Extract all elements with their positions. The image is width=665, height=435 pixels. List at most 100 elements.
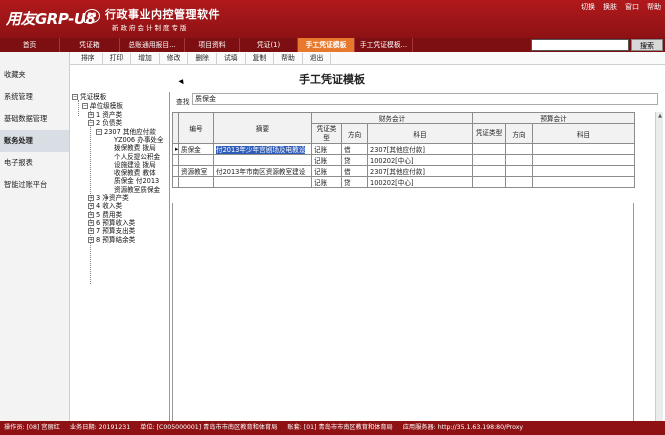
- cell-fin-subject[interactable]: 100202[中心]: [366, 176, 474, 188]
- cell-fin-vtype[interactable]: 记账: [311, 154, 342, 166]
- col-header-summary[interactable]: 摘要: [213, 112, 312, 144]
- collapse-icon[interactable]: −: [82, 103, 88, 109]
- cell-no[interactable]: [178, 176, 214, 188]
- col-header-fin-subject[interactable]: 科目: [366, 123, 474, 144]
- expand-icon[interactable]: +: [88, 219, 94, 226]
- tree-node-unit[interactable]: − 单位级模板: [82, 102, 123, 110]
- scroll-up-icon[interactable]: ▲: [656, 112, 664, 120]
- copy-button[interactable]: 复制: [246, 52, 275, 64]
- help-button[interactable]: 帮助: [274, 52, 303, 64]
- window-link[interactable]: 窗口: [625, 2, 639, 12]
- tab-manual-voucher-template[interactable]: 手工凭证模板: [298, 38, 355, 52]
- delete-button[interactable]: 删除: [188, 52, 217, 64]
- expand-icon[interactable]: +: [88, 236, 94, 243]
- cell-fin-subject[interactable]: 100202[中心]: [366, 154, 474, 166]
- cell-summary[interactable]: 付2013年少年宫剧场及电教设: [213, 143, 312, 155]
- cell-fin-dir[interactable]: 贷: [341, 176, 368, 188]
- skin-link[interactable]: 换肤: [603, 2, 617, 12]
- sidebar-item-accounting[interactable]: 账务处理: [0, 130, 69, 152]
- tab-voucher[interactable]: 凭证(1): [240, 38, 298, 52]
- tree-node[interactable]: +7 预算支出类: [88, 227, 135, 235]
- col-header-no[interactable]: 编号: [178, 112, 214, 144]
- tree-node[interactable]: −2307 其他应付款: [96, 128, 156, 136]
- tab-project-data[interactable]: 项目资料: [185, 38, 240, 52]
- cell-bud-vtype[interactable]: [472, 154, 507, 166]
- collapse-icon[interactable]: −: [88, 120, 94, 127]
- help-link[interactable]: 帮助: [647, 2, 661, 12]
- trial-fill-button[interactable]: 试填: [217, 52, 246, 64]
- cell-bud-dir[interactable]: [505, 165, 534, 177]
- cell-no[interactable]: 质保金: [178, 143, 214, 155]
- cell-fin-dir[interactable]: 贷: [341, 154, 368, 166]
- table-row[interactable]: ▸ 质保金 付2013年少年宫剧场及电教设 记账借 2307[其他应付款]: [172, 143, 636, 155]
- tab-voucher-box[interactable]: 凭证箱: [60, 38, 120, 52]
- cell-bud-vtype[interactable]: [472, 176, 507, 188]
- col-header-bud-vtype[interactable]: 凭证类型: [472, 123, 507, 144]
- expand-icon[interactable]: +: [88, 211, 94, 218]
- sidebar-item-favorites[interactable]: 收藏夹: [0, 64, 69, 86]
- tree-node[interactable]: +6 预算收入类: [88, 219, 135, 227]
- cell-fin-vtype[interactable]: 记账: [311, 176, 342, 188]
- sort-button[interactable]: 排序: [74, 52, 103, 64]
- switch-link[interactable]: 切换: [581, 2, 595, 12]
- cell-fin-dir[interactable]: 借: [341, 165, 368, 177]
- cell-bud-dir[interactable]: [505, 176, 534, 188]
- expand-icon[interactable]: +: [88, 228, 94, 235]
- sidebar-item-reports[interactable]: 电子报表: [0, 152, 69, 174]
- tree-node[interactable]: 拨保教费 拨局: [114, 144, 156, 152]
- cell-bud-dir[interactable]: [505, 154, 534, 166]
- cell-bud-vtype[interactable]: [472, 143, 507, 155]
- search-input[interactable]: [531, 39, 629, 51]
- cell-no[interactable]: [178, 154, 214, 166]
- table-row[interactable]: 记账贷 100202[中心]: [172, 176, 636, 188]
- expand-icon[interactable]: +: [88, 203, 94, 210]
- tree-node[interactable]: 设施建设 拨局: [114, 161, 156, 169]
- col-header-bud-subject[interactable]: 科目: [532, 123, 636, 144]
- tree-node[interactable]: +4 收入类: [88, 202, 122, 210]
- cell-fin-dir[interactable]: 借: [341, 143, 368, 155]
- cell-bud-subject[interactable]: [532, 154, 636, 166]
- sidebar-item-system[interactable]: 系统管理: [0, 86, 69, 108]
- expand-icon[interactable]: +: [88, 195, 94, 201]
- vertical-scrollbar[interactable]: ▲: [655, 112, 663, 421]
- cell-fin-vtype[interactable]: 记账: [311, 165, 342, 177]
- tab-ledger-reports[interactable]: 总账通用报目...: [120, 38, 185, 52]
- col-header-bud-dir[interactable]: 方向: [505, 123, 534, 144]
- tree-node[interactable]: 个人反提公积金: [114, 153, 160, 161]
- cell-bud-subject[interactable]: [532, 143, 636, 155]
- edit-button[interactable]: 修改: [160, 52, 189, 64]
- tree-root[interactable]: − 凭证模板: [72, 93, 106, 101]
- tree-node[interactable]: YZ006 办事处全: [114, 136, 164, 144]
- col-header-fin-vtype[interactable]: 凭证类型: [311, 123, 342, 144]
- tree-node[interactable]: −2 负债类: [88, 119, 122, 127]
- cell-fin-vtype[interactable]: 记账: [311, 143, 342, 155]
- cell-no[interactable]: 资源教室: [178, 165, 214, 177]
- collapse-icon[interactable]: −: [72, 94, 78, 100]
- table-row[interactable]: 资源教室 付2013年市南区资源教室建设 记账借 2307[其他应付款]: [172, 165, 636, 177]
- filter-input[interactable]: 质保金: [192, 93, 658, 105]
- print-button[interactable]: 打印: [103, 52, 132, 64]
- col-header-fin-dir[interactable]: 方向: [341, 123, 368, 144]
- cell-fin-subject[interactable]: 2307[其他应付款]: [366, 143, 474, 155]
- collapse-icon[interactable]: −: [96, 128, 102, 135]
- cell-summary[interactable]: [213, 176, 312, 188]
- cell-summary[interactable]: [213, 154, 312, 166]
- cell-bud-vtype[interactable]: [472, 165, 507, 177]
- cell-bud-dir[interactable]: [505, 143, 534, 155]
- cell-bud-subject[interactable]: [532, 165, 636, 177]
- tree-node[interactable]: +8 预算结余类: [88, 236, 135, 244]
- sidebar-item-basic-data[interactable]: 基础数据管理: [0, 108, 69, 130]
- cell-summary[interactable]: 付2013年市南区资源教室建设: [213, 165, 312, 177]
- table-row[interactable]: 记账贷 100202[中心]: [172, 154, 636, 166]
- tree-node[interactable]: 质保金 付2013: [114, 177, 159, 185]
- tab-home[interactable]: 首页: [0, 38, 60, 52]
- sidebar-item-posting-platform[interactable]: 智能过账平台: [0, 174, 69, 196]
- expand-icon[interactable]: +: [88, 112, 94, 118]
- tab-manual-voucher-template-2[interactable]: 手工凭证模板...: [355, 38, 413, 52]
- exit-button[interactable]: 退出: [303, 52, 332, 64]
- cell-bud-subject[interactable]: [532, 176, 636, 188]
- tree-node[interactable]: +5 费用类: [88, 211, 122, 219]
- add-button[interactable]: 增加: [131, 52, 160, 64]
- tree-node[interactable]: 资源教室质保金: [114, 186, 160, 194]
- search-button[interactable]: 搜索: [631, 39, 663, 51]
